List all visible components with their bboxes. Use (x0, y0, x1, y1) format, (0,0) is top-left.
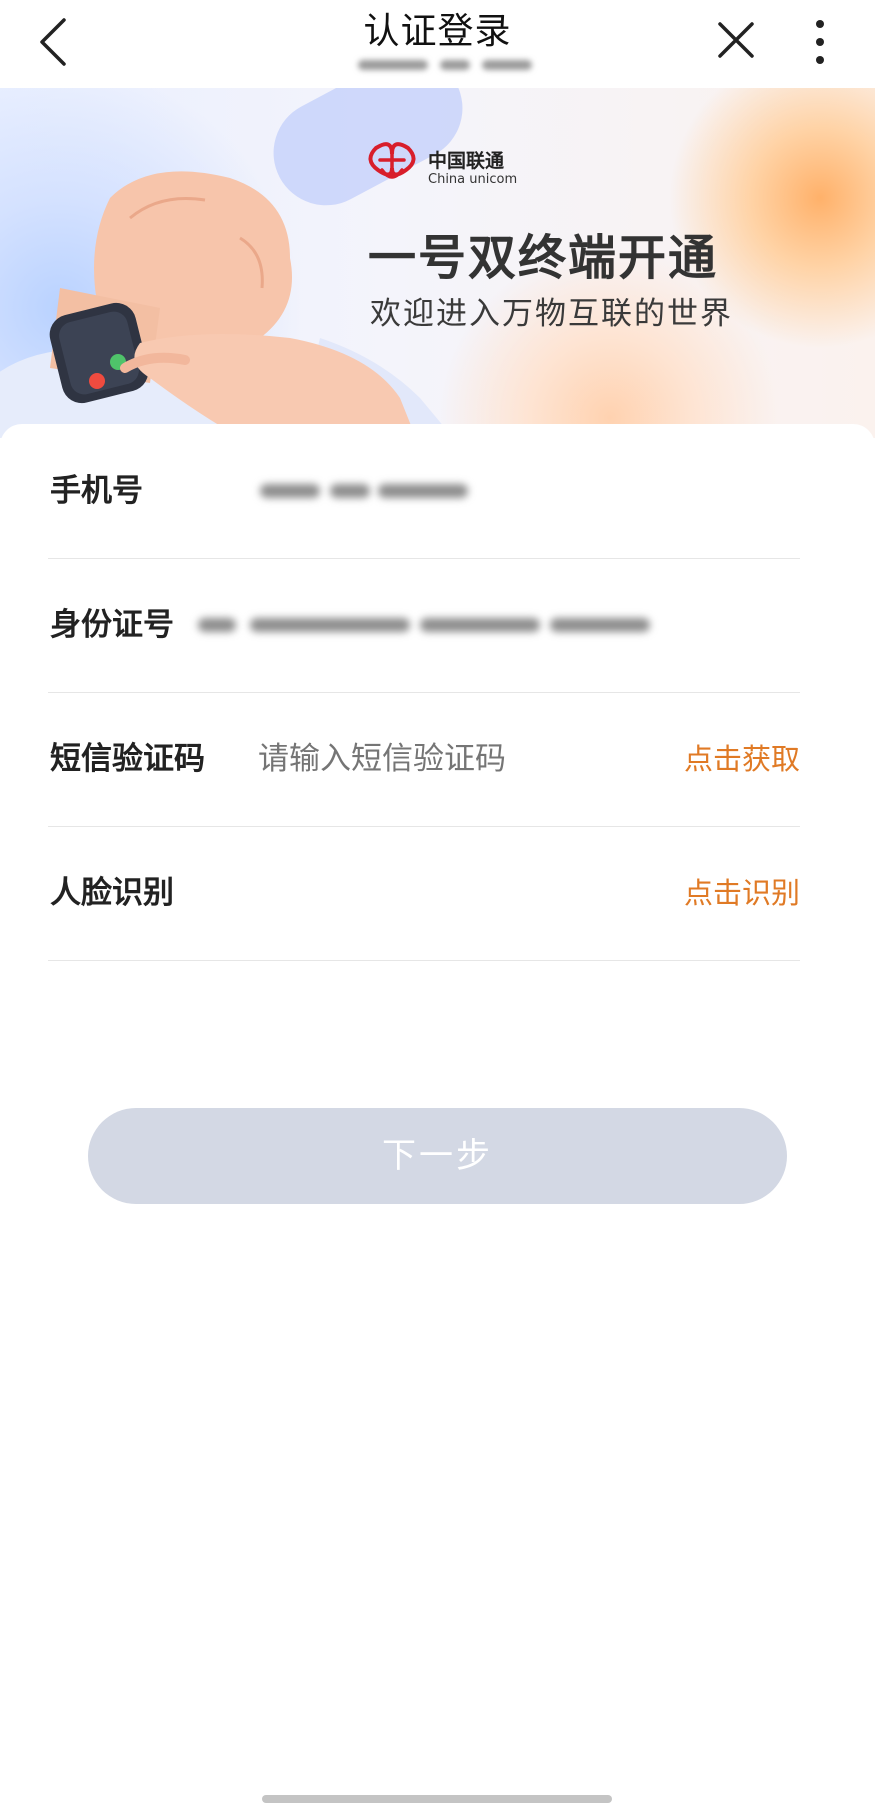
redacted-subtitle (350, 52, 540, 74)
face-recognition-row: 人脸识别 点击识别 (48, 826, 800, 961)
id-number-row: 身份证号 (48, 558, 800, 693)
face-recognition-label: 人脸识别 (50, 875, 174, 911)
face-recognition-link[interactable]: 点击识别 (684, 826, 800, 960)
banner-subline: 欢迎进入万物互联的世界 (370, 296, 733, 332)
brand-name-cn: 中国联通 (428, 150, 505, 172)
sms-code-label: 短信验证码 (50, 741, 205, 777)
home-indicator[interactable] (262, 1795, 612, 1803)
banner-headline: 一号双终端开通 (368, 230, 719, 286)
sms-code-row: 短信验证码 点击获取 (48, 692, 800, 827)
next-step-button[interactable]: 下一步 (88, 1108, 787, 1204)
more-vertical-icon (816, 20, 824, 64)
phone-label: 手机号 (50, 473, 143, 509)
phone-row: 手机号 (48, 424, 800, 559)
id-number-label: 身份证号 (50, 607, 174, 643)
id-number-input[interactable] (198, 612, 658, 636)
more-button[interactable] (805, 14, 835, 70)
get-sms-code-link[interactable]: 点击获取 (684, 692, 800, 826)
top-bar: 认证登录 (0, 0, 875, 88)
china-unicom-knot-icon (368, 142, 416, 179)
close-button[interactable] (712, 16, 760, 64)
promo-banner: 中国联通 China unicom 一号双终端开通 欢迎进入万物互联的世界 (0, 88, 875, 438)
sms-code-input[interactable] (258, 692, 618, 826)
phone-input[interactable] (260, 478, 470, 502)
brand-name-en: China unicom (428, 172, 518, 187)
close-icon (718, 22, 754, 58)
